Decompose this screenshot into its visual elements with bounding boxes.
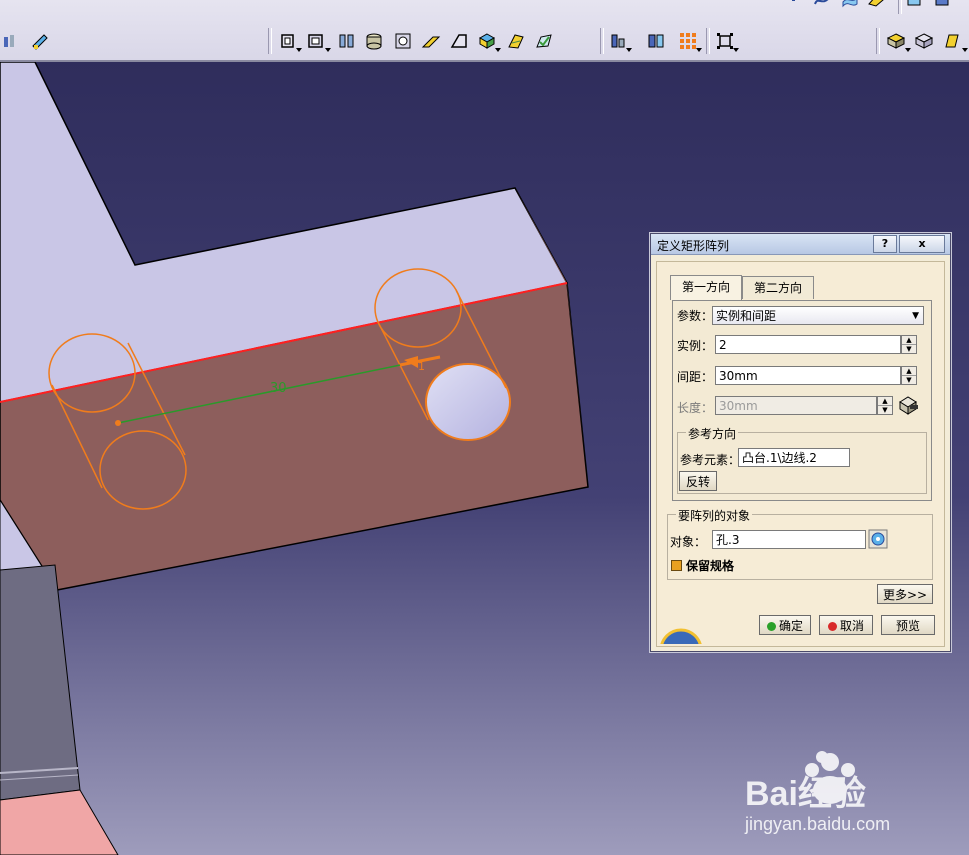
instances-label: 实例：	[677, 339, 714, 353]
scaling-icon[interactable]	[715, 31, 735, 51]
close-button[interactable]: x	[899, 235, 945, 253]
length-label: 长度：	[677, 401, 714, 415]
dialog-title: 定义矩形阵列	[657, 239, 730, 253]
dialog-titlebar[interactable]: 定义矩形阵列 ? x	[651, 234, 950, 255]
pad-icon[interactable]	[278, 31, 298, 51]
toolbar-separator	[876, 28, 880, 54]
rib-icon[interactable]	[421, 31, 441, 51]
ok-label: 确定	[778, 619, 803, 633]
toolbar-separator	[898, 0, 902, 14]
help-button[interactable]: ?	[873, 235, 897, 253]
keep-specification-label: 保留规格	[686, 559, 735, 573]
mirror-icon[interactable]	[646, 31, 666, 51]
thick-surface-icon[interactable]	[914, 31, 934, 51]
fill-icon[interactable]	[866, 0, 886, 8]
preview-button[interactable]: 预览	[881, 615, 935, 635]
instances-input[interactable]: 2	[715, 335, 901, 354]
cancel-button[interactable]: 取消	[819, 615, 873, 635]
reference-direction-title: 参考方向	[686, 425, 739, 442]
chevron-down-icon: ▼	[912, 311, 919, 321]
pad-dropdown-icon[interactable]	[2, 31, 22, 51]
main-toolbar	[0, 0, 969, 62]
watermark-url: jingyan.baidu.com	[744, 814, 890, 834]
close-surface-icon[interactable]	[942, 31, 962, 51]
inertia-icon[interactable]	[932, 0, 952, 8]
remove-section-icon[interactable]	[506, 31, 526, 51]
sketch-edit-icon[interactable]	[30, 31, 50, 51]
spin-down-icon: ▼	[882, 406, 888, 414]
dialog-body: 第一方向 第二方向 参数： 实例和间距 ▼ 实例： 2 ▲ ▼ 间距： 30mm …	[656, 261, 945, 647]
dimension-label: 30	[270, 381, 287, 396]
params-label: 参数：	[677, 309, 714, 323]
params-select[interactable]: 实例和间距 ▼	[712, 306, 924, 325]
rectangular-pattern-dialog: 定义矩形阵列 ? x 第一方向 第二方向 参数： 实例和间距 ▼ 实例： 2 ▲…	[650, 233, 951, 652]
reference-element-label: 参考元素：	[680, 453, 741, 467]
ok-icon	[766, 622, 776, 631]
spacing-stepper[interactable]: ▲ ▼	[901, 366, 917, 385]
cancel-label: 取消	[839, 619, 864, 633]
spin-down-icon[interactable]: ▼	[902, 376, 916, 384]
length-input: 30mm	[715, 396, 877, 415]
sweep-icon[interactable]	[840, 0, 860, 8]
solid-combine-icon[interactable]	[534, 31, 554, 51]
multi-section-icon[interactable]	[477, 31, 497, 51]
object-to-pattern-group: 要阵列的对象 对象： 孔.3 保留规格	[667, 507, 933, 580]
reverse-button[interactable]: 反转	[679, 471, 717, 491]
tab-first-direction[interactable]: 第一方向	[670, 275, 742, 300]
spin-down-icon[interactable]: ▼	[902, 345, 916, 353]
toolbar-separator	[706, 28, 710, 54]
watermark-brand: Bai经验	[745, 774, 866, 813]
tab-second-direction[interactable]: 第二方向	[742, 276, 814, 299]
object-field[interactable]: 孔.3	[712, 530, 866, 549]
ok-button[interactable]: 确定	[759, 615, 811, 635]
cancel-icon	[827, 622, 837, 631]
measure-icon[interactable]	[904, 0, 924, 8]
reference-direction-group: 参考方向 参考元素： 凸台.1\边线.2 反转	[677, 425, 927, 494]
spacing-label: 间距：	[677, 370, 714, 384]
measure-length-icon[interactable]	[896, 394, 920, 416]
slot-icon[interactable]	[449, 31, 469, 51]
toolbar-separator	[268, 28, 272, 54]
split-icon[interactable]	[886, 31, 906, 51]
spline-icon[interactable]	[786, 0, 806, 8]
spacing-input[interactable]: 30mm	[715, 366, 901, 385]
spin-up-icon[interactable]: ▲	[902, 367, 916, 376]
globe-decoration-icon	[660, 628, 702, 644]
instances-stepper[interactable]: ▲ ▼	[901, 335, 917, 354]
spin-up-icon[interactable]: ▲	[902, 336, 916, 345]
pocket-icon[interactable]	[306, 31, 326, 51]
rectangular-pattern-icon[interactable]	[678, 31, 698, 51]
curve-icon[interactable]	[812, 0, 832, 8]
object-selector-icon[interactable]	[868, 529, 888, 549]
toolbar-separator	[600, 28, 604, 54]
fillet-icon[interactable]	[608, 31, 628, 51]
instance-label: 1	[418, 360, 425, 373]
params-value: 实例和间距	[716, 309, 777, 323]
reference-element-field[interactable]: 凸台.1\边线.2	[738, 448, 850, 467]
pocket-hole-icon[interactable]	[393, 31, 413, 51]
object-to-pattern-title: 要阵列的对象	[676, 507, 753, 524]
spin-up-icon: ▲	[878, 397, 892, 406]
keep-specification-checkbox[interactable]	[671, 560, 682, 571]
first-direction-panel: 参数： 实例和间距 ▼ 实例： 2 ▲ ▼ 间距： 30mm ▲ ▼ 长度： 30m…	[672, 300, 932, 501]
object-label: 对象：	[670, 535, 707, 549]
length-stepper: ▲ ▼	[877, 396, 893, 415]
hole-icon[interactable]	[364, 31, 384, 51]
more-button[interactable]: 更多>>	[877, 584, 933, 604]
shaft-icon[interactable]	[337, 31, 357, 51]
